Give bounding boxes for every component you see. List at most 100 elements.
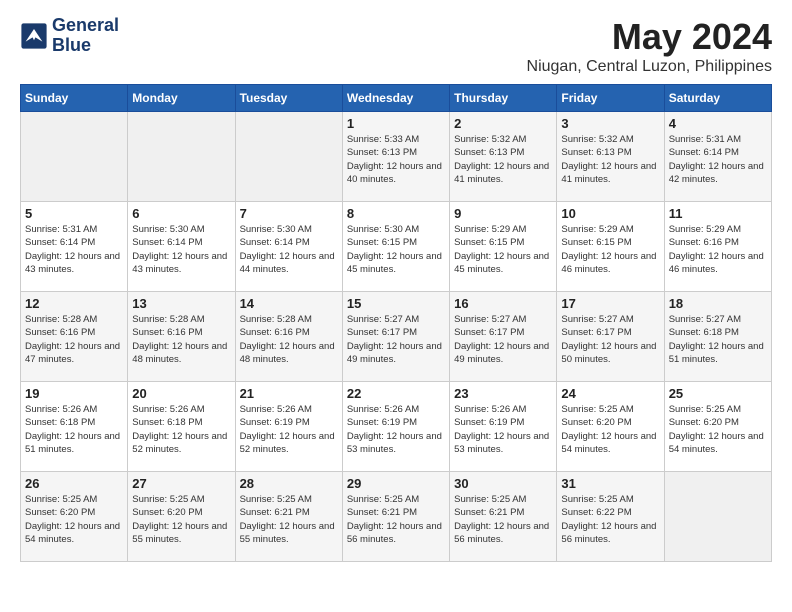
calendar-cell: 6 Sunrise: 5:30 AM Sunset: 6:14 PM Daylig…: [128, 202, 235, 292]
day-number: 22: [347, 386, 445, 401]
day-number: 4: [669, 116, 767, 131]
day-info: Sunrise: 5:25 AM Sunset: 6:21 PM Dayligh…: [240, 493, 338, 546]
day-number: 10: [561, 206, 659, 221]
logo-icon: [20, 22, 48, 50]
day-number: 6: [132, 206, 230, 221]
calendar-cell: 11 Sunrise: 5:29 AM Sunset: 6:16 PM Dayli…: [664, 202, 771, 292]
day-number: 8: [347, 206, 445, 221]
calendar-cell: [128, 112, 235, 202]
day-info: Sunrise: 5:30 AM Sunset: 6:14 PM Dayligh…: [132, 223, 230, 276]
calendar-cell: 8 Sunrise: 5:30 AM Sunset: 6:15 PM Daylig…: [342, 202, 449, 292]
calendar-cell: [235, 112, 342, 202]
calendar-cell: 23 Sunrise: 5:26 AM Sunset: 6:19 PM Dayli…: [450, 382, 557, 472]
day-info: Sunrise: 5:26 AM Sunset: 6:19 PM Dayligh…: [347, 403, 445, 456]
calendar-cell: 30 Sunrise: 5:25 AM Sunset: 6:21 PM Dayli…: [450, 472, 557, 562]
day-info: Sunrise: 5:25 AM Sunset: 6:20 PM Dayligh…: [669, 403, 767, 456]
calendar-cell: 16 Sunrise: 5:27 AM Sunset: 6:17 PM Dayli…: [450, 292, 557, 382]
day-info: Sunrise: 5:26 AM Sunset: 6:19 PM Dayligh…: [240, 403, 338, 456]
calendar-cell: 26 Sunrise: 5:25 AM Sunset: 6:20 PM Dayli…: [21, 472, 128, 562]
day-info: Sunrise: 5:28 AM Sunset: 6:16 PM Dayligh…: [240, 313, 338, 366]
day-number: 3: [561, 116, 659, 131]
calendar-cell: [664, 472, 771, 562]
calendar-cell: 21 Sunrise: 5:26 AM Sunset: 6:19 PM Dayli…: [235, 382, 342, 472]
day-number: 17: [561, 296, 659, 311]
day-info: Sunrise: 5:27 AM Sunset: 6:17 PM Dayligh…: [454, 313, 552, 366]
day-info: Sunrise: 5:25 AM Sunset: 6:21 PM Dayligh…: [347, 493, 445, 546]
day-header-friday: Friday: [557, 85, 664, 112]
calendar-cell: 17Sunrise: 5:27 AM Sunset: 6:17 PM Dayli…: [557, 292, 664, 382]
calendar-cell: 3 Sunrise: 5:32 AM Sunset: 6:13 PM Daylig…: [557, 112, 664, 202]
logo-text: General Blue: [52, 16, 119, 56]
calendar-cell: 29Sunrise: 5:25 AM Sunset: 6:21 PM Dayli…: [342, 472, 449, 562]
calendar-cell: 19 Sunrise: 5:26 AM Sunset: 6:18 PM Dayli…: [21, 382, 128, 472]
day-header-monday: Monday: [128, 85, 235, 112]
calendar-week-row: 5Sunrise: 5:31 AM Sunset: 6:14 PM Daylig…: [21, 202, 772, 292]
day-number: 21: [240, 386, 338, 401]
day-number: 5: [25, 206, 123, 221]
day-info: Sunrise: 5:26 AM Sunset: 6:18 PM Dayligh…: [25, 403, 123, 456]
day-info: Sunrise: 5:33 AM Sunset: 6:13 PM Dayligh…: [347, 133, 445, 186]
day-info: Sunrise: 5:32 AM Sunset: 6:13 PM Dayligh…: [561, 133, 659, 186]
calendar-cell: 31 Sunrise: 5:25 AM Sunset: 6:22 PM Dayli…: [557, 472, 664, 562]
day-number: 20: [132, 386, 230, 401]
calendar-header-row: SundayMondayTuesdayWednesdayThursdayFrid…: [21, 85, 772, 112]
day-info: Sunrise: 5:25 AM Sunset: 6:21 PM Dayligh…: [454, 493, 552, 546]
calendar-week-row: 1Sunrise: 5:33 AM Sunset: 6:13 PM Daylig…: [21, 112, 772, 202]
calendar-cell: 27 Sunrise: 5:25 AM Sunset: 6:20 PM Dayli…: [128, 472, 235, 562]
calendar-cell: 2 Sunrise: 5:32 AM Sunset: 6:13 PM Daylig…: [450, 112, 557, 202]
day-header-thursday: Thursday: [450, 85, 557, 112]
calendar-cell: 22 Sunrise: 5:26 AM Sunset: 6:19 PM Dayli…: [342, 382, 449, 472]
calendar-cell: 12 Sunrise: 5:28 AM Sunset: 6:16 PM Dayli…: [21, 292, 128, 382]
day-number: 2: [454, 116, 552, 131]
day-info: Sunrise: 5:30 AM Sunset: 6:14 PM Dayligh…: [240, 223, 338, 276]
calendar-cell: [21, 112, 128, 202]
day-info: Sunrise: 5:25 AM Sunset: 6:20 PM Dayligh…: [25, 493, 123, 546]
day-number: 30: [454, 476, 552, 491]
day-info: Sunrise: 5:29 AM Sunset: 6:16 PM Dayligh…: [669, 223, 767, 276]
day-number: 12: [25, 296, 123, 311]
calendar-cell: 25Sunrise: 5:25 AM Sunset: 6:20 PM Dayli…: [664, 382, 771, 472]
day-number: 23: [454, 386, 552, 401]
day-info: Sunrise: 5:29 AM Sunset: 6:15 PM Dayligh…: [454, 223, 552, 276]
calendar-cell: 14 Sunrise: 5:28 AM Sunset: 6:16 PM Dayli…: [235, 292, 342, 382]
day-header-saturday: Saturday: [664, 85, 771, 112]
calendar-week-row: 12 Sunrise: 5:28 AM Sunset: 6:16 PM Dayli…: [21, 292, 772, 382]
day-number: 31: [561, 476, 659, 491]
day-number: 27: [132, 476, 230, 491]
day-number: 16: [454, 296, 552, 311]
calendar-cell: 9Sunrise: 5:29 AM Sunset: 6:15 PM Daylig…: [450, 202, 557, 292]
day-info: Sunrise: 5:26 AM Sunset: 6:19 PM Dayligh…: [454, 403, 552, 456]
day-number: 11: [669, 206, 767, 221]
day-number: 19: [25, 386, 123, 401]
calendar-cell: 10 Sunrise: 5:29 AM Sunset: 6:15 PM Dayli…: [557, 202, 664, 292]
day-header-sunday: Sunday: [21, 85, 128, 112]
calendar-cell: 28 Sunrise: 5:25 AM Sunset: 6:21 PM Dayli…: [235, 472, 342, 562]
day-info: Sunrise: 5:26 AM Sunset: 6:18 PM Dayligh…: [132, 403, 230, 456]
day-info: Sunrise: 5:25 AM Sunset: 6:20 PM Dayligh…: [561, 403, 659, 456]
day-number: 26: [25, 476, 123, 491]
page-header: General Blue May 2024 Niugan, Central Lu…: [20, 16, 772, 76]
calendar-week-row: 19 Sunrise: 5:26 AM Sunset: 6:18 PM Dayli…: [21, 382, 772, 472]
title-block: May 2024 Niugan, Central Luzon, Philippi…: [527, 16, 772, 76]
day-info: Sunrise: 5:30 AM Sunset: 6:15 PM Dayligh…: [347, 223, 445, 276]
day-number: 28: [240, 476, 338, 491]
day-info: Sunrise: 5:28 AM Sunset: 6:16 PM Dayligh…: [132, 313, 230, 366]
day-info: Sunrise: 5:28 AM Sunset: 6:16 PM Dayligh…: [25, 313, 123, 366]
day-info: Sunrise: 5:29 AM Sunset: 6:15 PM Dayligh…: [561, 223, 659, 276]
calendar-cell: 13Sunrise: 5:28 AM Sunset: 6:16 PM Dayli…: [128, 292, 235, 382]
day-number: 18: [669, 296, 767, 311]
calendar-week-row: 26 Sunrise: 5:25 AM Sunset: 6:20 PM Dayli…: [21, 472, 772, 562]
day-info: Sunrise: 5:32 AM Sunset: 6:13 PM Dayligh…: [454, 133, 552, 186]
day-info: Sunrise: 5:31 AM Sunset: 6:14 PM Dayligh…: [669, 133, 767, 186]
calendar-cell: 7 Sunrise: 5:30 AM Sunset: 6:14 PM Daylig…: [235, 202, 342, 292]
day-number: 14: [240, 296, 338, 311]
day-info: Sunrise: 5:25 AM Sunset: 6:22 PM Dayligh…: [561, 493, 659, 546]
day-number: 7: [240, 206, 338, 221]
calendar-cell: 1Sunrise: 5:33 AM Sunset: 6:13 PM Daylig…: [342, 112, 449, 202]
calendar-table: SundayMondayTuesdayWednesdayThursdayFrid…: [20, 84, 772, 562]
day-info: Sunrise: 5:25 AM Sunset: 6:20 PM Dayligh…: [132, 493, 230, 546]
calendar-cell: 4 Sunrise: 5:31 AM Sunset: 6:14 PM Daylig…: [664, 112, 771, 202]
day-number: 24: [561, 386, 659, 401]
page-title: May 2024: [527, 16, 772, 58]
day-info: Sunrise: 5:27 AM Sunset: 6:18 PM Dayligh…: [669, 313, 767, 366]
